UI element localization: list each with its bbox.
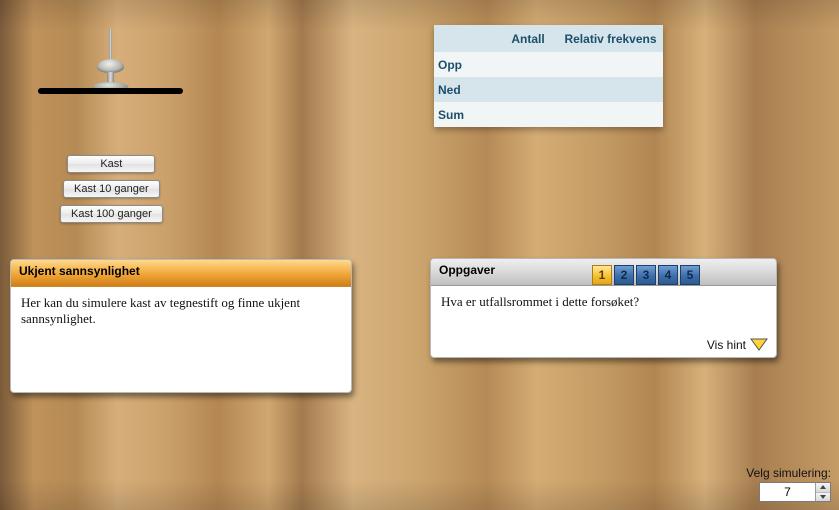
kast-button[interactable]: Kast	[67, 155, 155, 173]
table-header-row: Antall Relativ frekvens	[434, 25, 663, 52]
caret-up-icon	[819, 484, 827, 490]
stepper-up-button[interactable]	[816, 483, 830, 493]
question-number-5[interactable]: 5	[680, 265, 700, 285]
show-hint-button[interactable]: Vis hint	[707, 338, 768, 352]
tasks-panel-titlebar: Oppgaver 1 2 3 4 5	[431, 259, 776, 286]
results-table: Antall Relativ frekvens Opp Ned Sum	[434, 25, 663, 127]
question-number-2[interactable]: 2	[614, 265, 634, 285]
chevron-down-icon	[750, 338, 768, 352]
question-number-4[interactable]: 4	[658, 265, 678, 285]
row-label: Ned	[434, 83, 498, 97]
info-panel-title: Ukjent sannsynlighet	[11, 260, 351, 287]
table-header-relativ: Relativ frekvens	[558, 32, 663, 46]
tasks-panel-title: Oppgaver	[439, 263, 495, 277]
tasks-question: Hva er utfallsrommet i dette forsøket?	[431, 286, 776, 318]
question-numbers: 1 2 3 4 5	[592, 265, 700, 285]
simulation-picker-label: Velg simulering:	[746, 466, 831, 480]
stepper-down-button[interactable]	[816, 493, 830, 502]
ground-bar	[38, 88, 183, 94]
row-label: Opp	[434, 58, 498, 72]
show-hint-label: Vis hint	[707, 338, 746, 352]
table-row-sum: Sum	[434, 102, 663, 127]
table-row-opp: Opp	[434, 52, 663, 77]
info-panel: Ukjent sannsynlighet Her kan du simulere…	[10, 259, 352, 393]
thumbtack-illustration	[38, 28, 218, 103]
simulation-picker: Velg simulering: 7	[746, 466, 831, 502]
simulation-value: 7	[760, 483, 815, 501]
simulation-stepper[interactable]: 7	[759, 482, 831, 502]
table-header-antall: Antall	[498, 32, 558, 46]
kast-10-button[interactable]: Kast 10 ganger	[63, 180, 160, 198]
kast-100-button[interactable]: Kast 100 ganger	[60, 205, 163, 223]
info-panel-body: Her kan du simulere kast av tegnestift o…	[11, 287, 351, 336]
table-row-ned: Ned	[434, 77, 663, 102]
tasks-panel: Oppgaver 1 2 3 4 5 Hva er utfallsrommet …	[430, 258, 777, 358]
question-number-1[interactable]: 1	[592, 265, 612, 285]
row-label: Sum	[434, 108, 498, 122]
question-number-3[interactable]: 3	[636, 265, 656, 285]
caret-down-icon	[819, 494, 827, 500]
throw-buttons: Kast Kast 10 ganger Kast 100 ganger	[60, 155, 163, 223]
thumbtack-icon	[93, 29, 128, 91]
